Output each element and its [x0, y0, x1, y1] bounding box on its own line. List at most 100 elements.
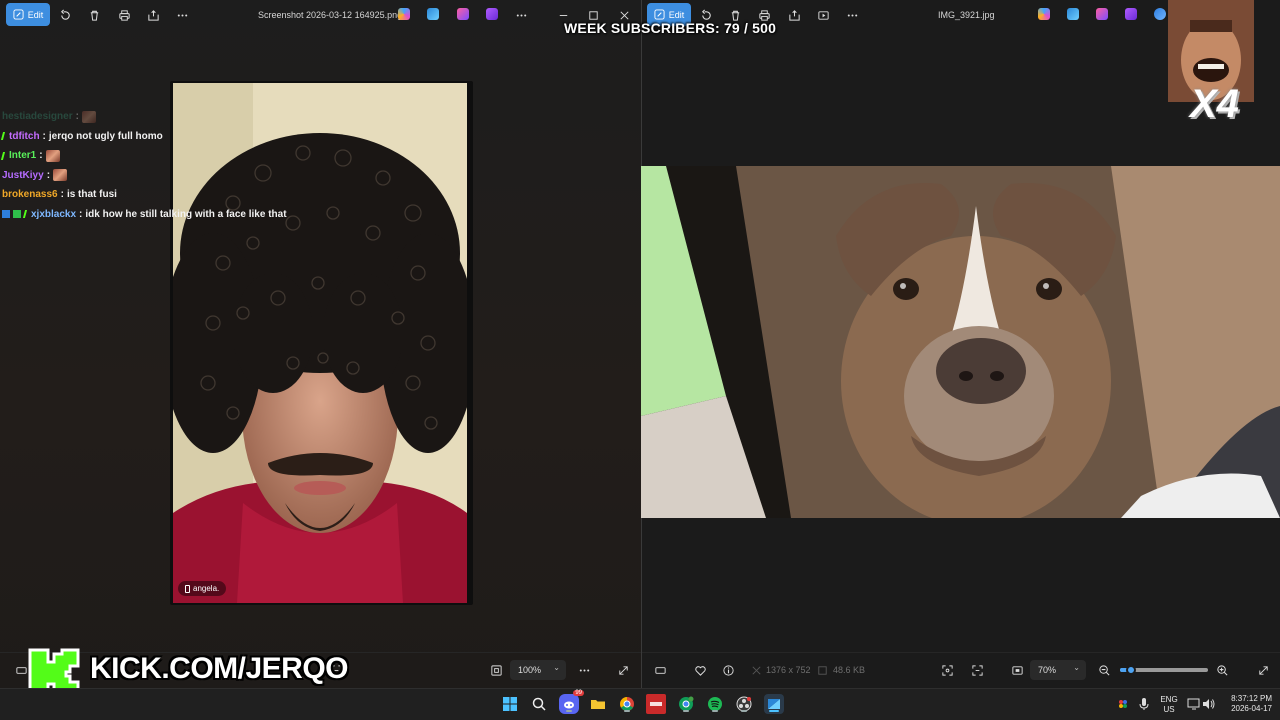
chat-separator: :	[75, 111, 79, 123]
photos-app-icon[interactable]	[1067, 8, 1079, 20]
microphone-icon	[1139, 698, 1149, 710]
dimensions-icon	[749, 663, 763, 677]
info-icon[interactable]	[721, 663, 735, 677]
running-indicator	[769, 710, 779, 712]
filmstrip-icon[interactable]	[653, 663, 667, 677]
fullscreen-icon[interactable]	[1256, 663, 1270, 677]
chat-message: hestiadesigner:	[2, 107, 332, 127]
chat-separator: :	[39, 150, 43, 162]
clock-time: 8:37:12 PM	[1231, 694, 1272, 703]
more-apps-icon[interactable]	[514, 8, 528, 22]
obs-app[interactable]	[734, 694, 754, 714]
fullscreen-icon[interactable]	[616, 663, 630, 677]
voicemod-icon	[650, 702, 662, 706]
phone-icon	[185, 584, 190, 593]
photos-app[interactable]	[764, 694, 784, 714]
file-size-icon	[815, 663, 829, 677]
print-icon[interactable]	[117, 8, 131, 22]
photo-caption-chip: angela.	[178, 581, 227, 596]
zoom-dropdown[interactable]: 70% ⌄	[1030, 660, 1086, 680]
file-explorer-app[interactable]	[588, 694, 608, 714]
more-options-icon[interactable]	[577, 663, 591, 677]
designer-icon[interactable]	[1125, 8, 1137, 20]
speaker-icon	[1203, 699, 1215, 709]
share-icon[interactable]	[146, 8, 160, 22]
copilot-icon[interactable]	[398, 8, 410, 20]
edit-button[interactable]: Edit	[6, 3, 50, 26]
favorite-heart-icon[interactable]	[693, 663, 707, 677]
chrome-app[interactable]	[617, 694, 637, 714]
search-icon	[532, 697, 546, 711]
clock-date: 2026-04-17	[1231, 704, 1272, 713]
chat-username[interactable]: tdfitch	[9, 131, 40, 142]
chrome-profile-app[interactable]	[676, 694, 696, 714]
chat-emote	[81, 110, 96, 123]
rotate-icon[interactable]	[58, 8, 72, 22]
chat-separator: :	[46, 169, 51, 181]
zoom-slider-thumb[interactable]	[1126, 665, 1136, 675]
sub-badge-icon	[0, 151, 8, 160]
discord-app[interactable]: 99	[559, 690, 584, 714]
start-button[interactable]	[500, 694, 520, 714]
mod-badge-icon	[2, 210, 10, 219]
volume-button[interactable]	[1199, 694, 1219, 714]
kick-url-text: KICK.COM/JERQO	[90, 652, 349, 685]
spotify-app[interactable]	[705, 694, 725, 714]
copilot-icon[interactable]	[1038, 8, 1050, 20]
running-indicator	[624, 710, 630, 712]
zoom-value: 70%	[1038, 665, 1057, 675]
chat-message: brokenass6: is that fusi	[2, 185, 332, 205]
chat-separator: :	[42, 130, 46, 142]
chat-username[interactable]: hestiadesigner	[2, 111, 73, 122]
window-title: Screenshot 2026-03-12 164925.png	[258, 10, 403, 20]
actual-size-icon[interactable]	[1010, 663, 1024, 677]
clipchamp-icon[interactable]	[1096, 8, 1108, 20]
tray-app-icon[interactable]	[1113, 694, 1133, 714]
fit-to-window-icon[interactable]	[489, 663, 503, 677]
more-options-icon[interactable]	[175, 8, 189, 22]
delete-icon[interactable]	[87, 8, 101, 22]
voicemod-app[interactable]	[646, 694, 666, 714]
clipchamp-icon[interactable]	[457, 8, 469, 20]
share-icon[interactable]	[787, 8, 801, 22]
edit-icon	[13, 9, 24, 20]
slideshow-icon[interactable]	[816, 8, 830, 22]
zoom-slider[interactable]	[1120, 665, 1208, 675]
designer-icon[interactable]	[486, 8, 498, 20]
search-button[interactable]	[529, 694, 549, 714]
clock[interactable]: 8:37:12 PM 2026-04-17	[1222, 694, 1272, 714]
photos-app-icon[interactable]	[427, 8, 439, 20]
windows-icon	[503, 697, 517, 711]
chevron-down-icon: ⌄	[553, 663, 560, 672]
microphone-button[interactable]	[1134, 694, 1154, 714]
chat-message-text: is that fusi	[66, 189, 117, 201]
chat-username[interactable]: xjxblackx	[31, 209, 76, 220]
tray-app-icon-glyph	[1119, 700, 1127, 708]
chat-username[interactable]: JustKiyy	[2, 170, 44, 181]
chat-username[interactable]: brokenass6	[2, 189, 58, 200]
zoom-out-icon[interactable]	[1097, 663, 1111, 677]
zoom-in-icon[interactable]	[1215, 663, 1229, 677]
zoom-dropdown[interactable]: 100% ⌄	[510, 660, 566, 680]
chat-message: JustKiyy:	[2, 166, 332, 186]
chat-message: xjxblackx: idk how he still talking with …	[2, 205, 332, 225]
left-toolbar: Edit Screenshot 2026-03-12 164925.png	[0, 0, 641, 30]
scan-text-icon[interactable]	[970, 663, 984, 677]
edit-button-label: Edit	[27, 9, 44, 20]
fit-to-window-icon[interactable]	[940, 663, 954, 677]
sub-badge-icon	[0, 132, 8, 141]
stream-chat: hestiadesigner: tdfitch: jerqo not ugly fu…	[0, 107, 332, 225]
dog-image	[641, 166, 1280, 518]
chat-message-text: jerqo not ugly full homo	[48, 130, 163, 142]
running-indicator	[741, 710, 747, 712]
running-indicator	[683, 710, 689, 712]
taskbar: 99 ENG US 8:37:12 PM 2026-04-17	[0, 688, 1280, 720]
discord-notification-badge: 99	[573, 690, 584, 696]
chat-username[interactable]: Inter1	[9, 150, 36, 161]
onedrive-icon[interactable]	[1154, 8, 1166, 20]
file-size: 48.6 KB	[833, 665, 866, 675]
more-options-icon[interactable]	[845, 8, 859, 22]
zoom-value: 100%	[518, 665, 542, 675]
language-indicator[interactable]: ENG US	[1156, 695, 1182, 715]
multiplier-overlay: X4	[1190, 82, 1239, 126]
